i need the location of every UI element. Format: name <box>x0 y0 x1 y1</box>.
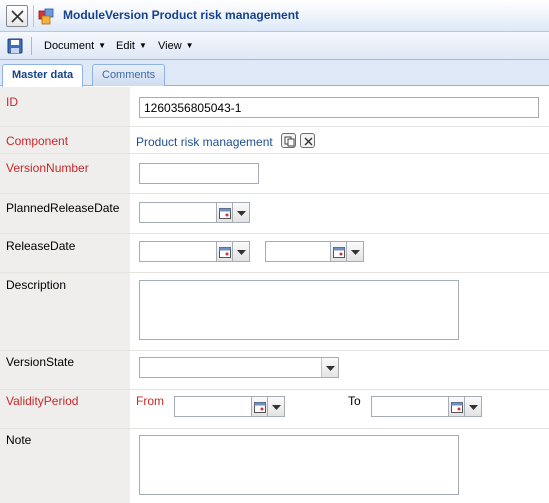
pages-icon <box>284 136 295 147</box>
row-divider <box>0 428 549 429</box>
validity-from-field <box>174 396 285 417</box>
close-icon <box>304 137 313 146</box>
chevron-down-icon <box>272 405 281 410</box>
tab-master-data[interactable]: Master data <box>2 64 84 87</box>
validity-from-input[interactable] <box>174 396 252 417</box>
id-label: ID <box>6 95 18 109</box>
chevron-down-icon: ▼ <box>98 41 107 50</box>
chevron-down-icon <box>237 250 246 255</box>
version-number-label: VersionNumber <box>6 161 89 175</box>
menu-document[interactable]: Document ▼ <box>44 40 106 52</box>
tab-bar: Master data Comments <box>0 60 549 87</box>
version-state-label: VersionState <box>6 355 75 369</box>
row-divider <box>0 153 549 154</box>
title-separator <box>33 5 34 27</box>
release-time-input[interactable] <box>265 241 331 262</box>
master-data-form: ID Component Product risk management Ver… <box>0 87 549 503</box>
open-component-button[interactable] <box>281 133 296 148</box>
dropdown-button[interactable] <box>347 241 364 262</box>
component-label: Component <box>6 134 69 148</box>
module-icon <box>38 8 54 25</box>
chevron-down-icon <box>469 405 478 410</box>
release-date-field <box>139 241 250 262</box>
release-date-label: ReleaseDate <box>6 239 76 253</box>
description-label: Description <box>6 278 67 292</box>
validity-period-label: ValidityPeriod <box>6 394 79 408</box>
calendar-button[interactable] <box>217 202 233 223</box>
planned-release-date-input[interactable] <box>139 202 217 223</box>
dropdown-button[interactable] <box>465 396 482 417</box>
release-time-field <box>265 241 376 262</box>
dropdown-button[interactable] <box>268 396 285 417</box>
dropdown-button[interactable] <box>321 358 338 377</box>
close-button[interactable] <box>6 5 28 27</box>
planned-release-date-label: PlannedReleaseDate <box>6 201 120 215</box>
calendar-button[interactable] <box>252 396 268 417</box>
row-divider <box>0 233 549 234</box>
toolbar: Document ▼ Edit ▼ View ▼ <box>0 32 549 60</box>
chevron-down-icon <box>326 366 335 371</box>
note-field[interactable] <box>139 435 459 495</box>
menu-edit[interactable]: Edit ▼ <box>116 40 147 52</box>
tab-comments-label: Comments <box>102 69 156 81</box>
calendar-icon <box>219 208 231 219</box>
dropdown-button[interactable] <box>233 202 250 223</box>
dropdown-button[interactable] <box>233 241 250 262</box>
tab-comments[interactable]: Comments <box>92 64 166 86</box>
chevron-down-icon: ▼ <box>138 41 147 50</box>
tab-master-data-label: Master data <box>12 69 74 81</box>
row-divider <box>0 272 549 273</box>
row-divider <box>0 126 549 127</box>
version-state-select[interactable] <box>139 357 339 378</box>
save-icon[interactable] <box>7 38 23 54</box>
id-field[interactable] <box>139 97 539 118</box>
validity-to-field <box>371 396 482 417</box>
version-number-field[interactable] <box>139 163 259 184</box>
row-divider <box>0 193 549 194</box>
component-link[interactable]: Product risk management <box>136 135 273 149</box>
validity-to-input[interactable] <box>371 396 449 417</box>
clock-button[interactable] <box>331 241 347 262</box>
chevron-down-icon: ▼ <box>185 41 194 50</box>
calendar-icon <box>333 247 345 258</box>
row-divider <box>0 389 549 390</box>
menu-document-label: Document <box>44 40 95 52</box>
from-label: From <box>136 394 164 408</box>
calendar-button[interactable] <box>449 396 465 417</box>
window-title: ModuleVersion Product risk management <box>63 8 300 22</box>
clear-component-button[interactable] <box>300 133 315 148</box>
to-label: To <box>348 394 361 408</box>
calendar-button[interactable] <box>217 241 233 262</box>
release-date-input[interactable] <box>139 241 217 262</box>
chevron-down-icon <box>351 250 360 255</box>
menu-edit-label: Edit <box>116 40 135 52</box>
description-field[interactable] <box>139 280 459 340</box>
window-titlebar: ModuleVersion Product risk management <box>0 0 549 32</box>
toolbar-separator <box>31 37 32 55</box>
menu-view[interactable]: View ▼ <box>158 40 194 52</box>
menu-view-label: View <box>158 40 182 52</box>
chevron-down-icon <box>237 211 246 216</box>
planned-release-date-field <box>139 202 250 223</box>
calendar-icon <box>451 402 463 413</box>
calendar-icon <box>254 402 266 413</box>
close-icon <box>11 10 24 23</box>
calendar-icon <box>219 247 231 258</box>
row-divider <box>0 350 549 351</box>
note-label: Note <box>6 433 32 447</box>
